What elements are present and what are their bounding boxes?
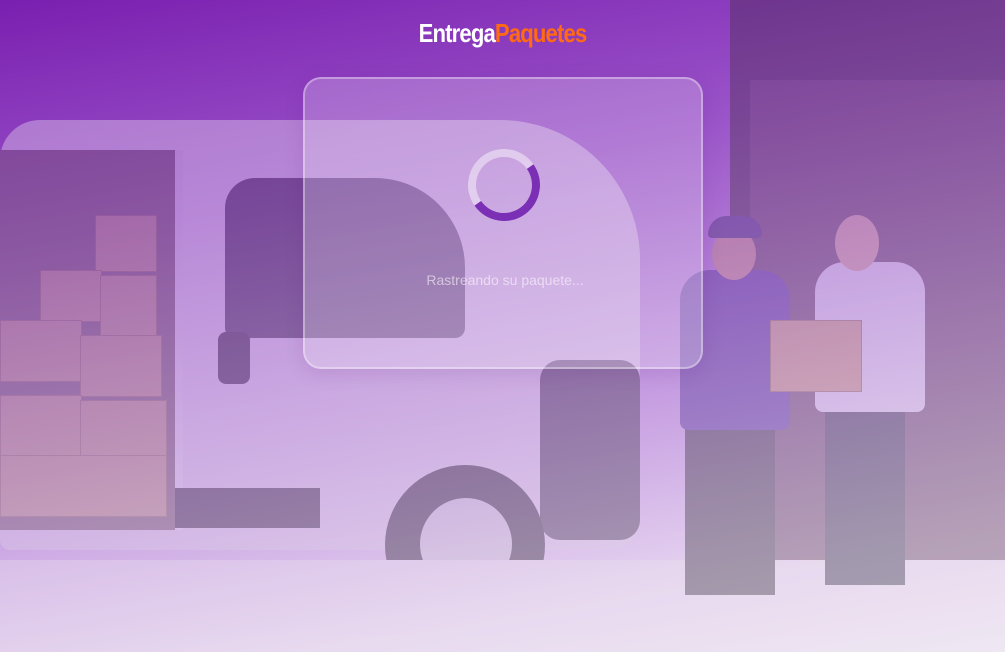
tracking-page: EntregaPaquetes Rastreando su paquete... xyxy=(0,0,1005,652)
cargo-box xyxy=(0,320,82,382)
customer-head xyxy=(835,215,879,271)
cargo-box xyxy=(80,400,167,457)
customer-legs xyxy=(825,405,905,585)
cargo-box xyxy=(80,335,162,397)
cargo-box xyxy=(100,275,157,337)
cargo-box xyxy=(0,455,167,517)
cargo-box xyxy=(0,395,82,457)
brand-logo-part-2: Paquetes xyxy=(494,18,587,48)
cargo-box xyxy=(95,215,157,272)
loading-card: Rastreando su paquete... xyxy=(303,77,703,369)
parcel-box xyxy=(770,320,862,392)
loading-status-text: Rastreando su paquete... xyxy=(426,272,584,288)
cargo-box xyxy=(40,270,102,322)
brand-logo-part-1: Entrega xyxy=(418,18,496,48)
courier-legs xyxy=(685,425,775,595)
courier-cap xyxy=(708,216,762,238)
brand-logo: EntregaPaquetes xyxy=(75,18,929,49)
van-door-handle xyxy=(218,332,250,384)
van-side-stripe xyxy=(175,488,320,528)
van-front xyxy=(540,360,640,540)
spinner-icon xyxy=(462,143,546,227)
